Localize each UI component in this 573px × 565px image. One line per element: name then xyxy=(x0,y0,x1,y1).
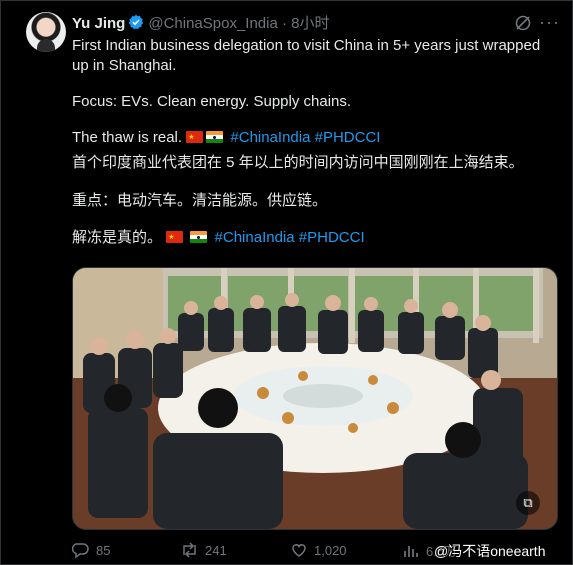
avatar[interactable] xyxy=(26,12,66,52)
tweet-text-en-1: First Indian business delegation to visi… xyxy=(72,37,541,74)
hashtag-chinaindia[interactable]: #ChinaIndia xyxy=(230,129,310,146)
like-count: 1,020 xyxy=(314,542,347,558)
verified-badge-icon xyxy=(129,14,144,30)
tweet-text-zh-2: 重点：电动汽车。清洁能源。供应链。 xyxy=(72,192,328,209)
tweet-text-en-2: Focus: EVs. Clean energy. Supply chains. xyxy=(72,93,352,110)
author-name[interactable]: Yu Jing xyxy=(72,15,125,32)
china-flag-icon xyxy=(186,128,204,148)
views-icon xyxy=(404,545,418,557)
tweet-text-en-3: The thaw is real. #ChinaIndia #PHDCCI xyxy=(72,128,552,148)
reply-icon xyxy=(72,543,89,559)
more-options-icon[interactable]: ··· xyxy=(539,12,560,33)
heart-icon xyxy=(292,544,306,557)
repost-icon xyxy=(183,542,196,558)
grok-icon[interactable] xyxy=(514,14,532,32)
like-button[interactable]: 1,020 xyxy=(290,541,347,559)
tweet-text-zh-3: 解冻是真的。 #ChinaIndia #PHDCCI xyxy=(72,228,552,248)
thaw-text-zh: 解冻是真的。 xyxy=(72,229,163,246)
post-time[interactable]: 8小时 xyxy=(291,15,329,32)
india-flag-icon xyxy=(190,231,208,243)
tweet-photo[interactable] xyxy=(72,267,558,530)
author-handle[interactable]: @ChinaSpox_India xyxy=(148,15,277,32)
meeting-photo-illustration xyxy=(73,268,557,529)
tweet-text-zh-1: 首个印度商业代表团在 5 年以上的时间内访问中国刚刚在上海结束。 xyxy=(72,154,524,171)
repost-button[interactable]: 241 xyxy=(180,541,227,559)
reply-button[interactable]: 85 xyxy=(72,541,110,559)
hashtag-phdcci[interactable]: #PHDCCI xyxy=(315,129,381,146)
photo-edit-icon[interactable]: ⧉ xyxy=(516,491,540,515)
china-flag-icon xyxy=(166,228,184,248)
watermark: @冯不语oneearth xyxy=(434,543,546,559)
india-flag-icon xyxy=(206,131,224,143)
tweet-header: Yu Jing @ChinaSpox_India · 8小时 xyxy=(72,14,330,32)
repost-count: 241 xyxy=(205,542,227,558)
thaw-text: The thaw is real. xyxy=(72,129,183,146)
hashtag-phdcci-zh[interactable]: #PHDCCI xyxy=(299,229,365,246)
reply-count: 85 xyxy=(96,542,111,558)
hashtag-chinaindia-zh[interactable]: #ChinaIndia xyxy=(215,229,295,246)
